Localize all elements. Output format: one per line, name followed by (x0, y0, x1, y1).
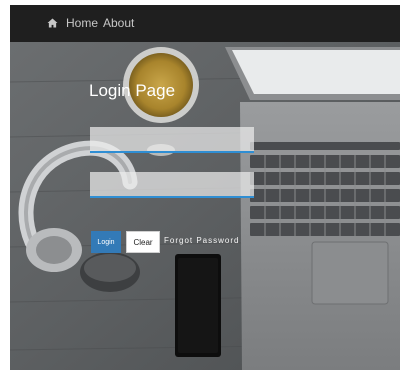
nav-about-link[interactable]: About (103, 16, 134, 30)
page-frame: Home About Login Page Login Clear Forgot… (10, 5, 400, 370)
login-title: Login Page (89, 81, 176, 100)
background-photo (10, 42, 400, 370)
clear-button[interactable]: Clear (126, 231, 160, 253)
nav-home-label: Home (66, 16, 99, 30)
home-icon (47, 18, 58, 28)
nav-home-link[interactable]: Home (47, 16, 98, 30)
login-button[interactable]: Login (91, 231, 121, 253)
password-input[interactable] (90, 172, 254, 198)
username-input[interactable] (90, 127, 254, 153)
navbar: Home About (10, 5, 400, 42)
forgot-password-link[interactable]: Forgot Password (164, 236, 239, 245)
